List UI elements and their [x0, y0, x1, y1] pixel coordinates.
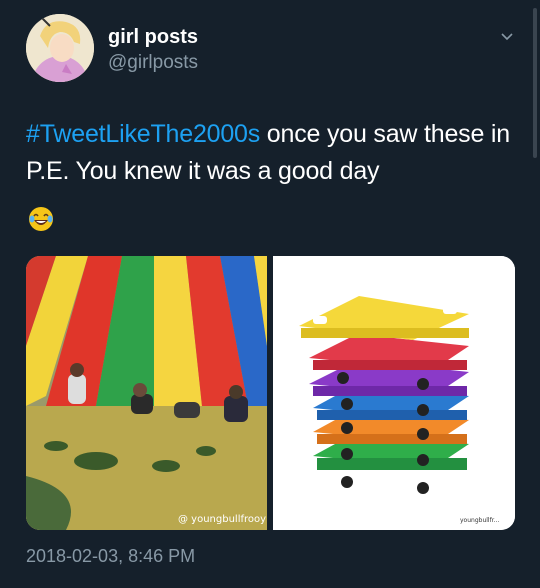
laughing-emoji-icon — [29, 207, 53, 231]
parachute-photo[interactable]: @ youngbullfrooy — [26, 256, 267, 530]
scrollbar[interactable] — [533, 8, 537, 158]
scooter-boards-photo[interactable] — [273, 256, 515, 530]
avatar[interactable] — [26, 14, 94, 82]
right-photo-watermark: youngbullfr... — [460, 517, 500, 524]
tweet-text: #TweetLikeThe2000s once you saw these in… — [26, 116, 526, 190]
tweet-timestamp[interactable]: 2018-02-03, 8:46 PM — [26, 546, 195, 567]
user-handle[interactable]: @girlposts — [108, 52, 198, 74]
display-name[interactable]: girl posts — [108, 26, 198, 49]
avatar-cinderella-image — [26, 14, 94, 82]
tweet-media[interactable]: @ youngbullfrooy youngbullfr... — [26, 256, 515, 530]
left-photo-watermark: @ youngbullfrooy — [178, 514, 267, 525]
chevron-down-icon[interactable] — [500, 30, 514, 44]
hashtag-link[interactable]: #TweetLikeThe2000s — [26, 120, 260, 148]
